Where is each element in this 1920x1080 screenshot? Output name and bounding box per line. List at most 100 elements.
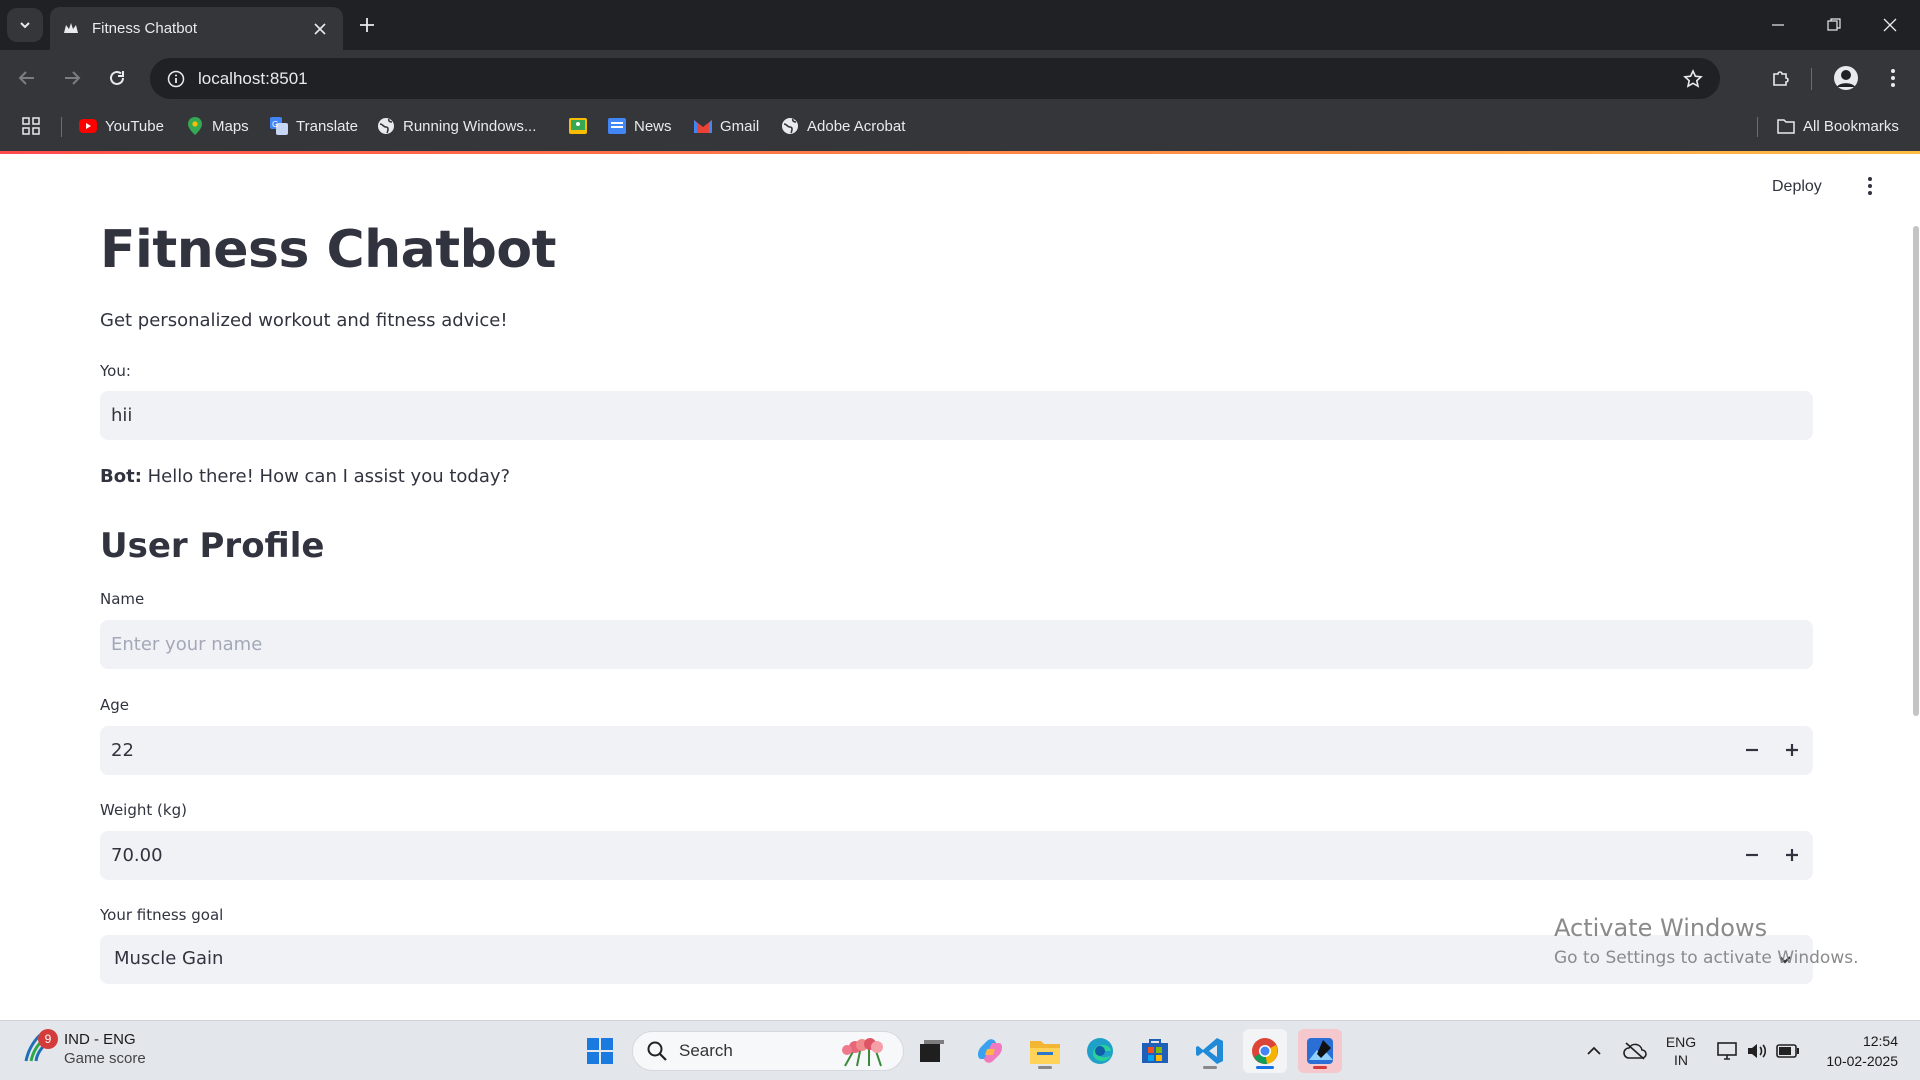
- chat-input-label: You:: [100, 362, 131, 380]
- reload-button[interactable]: [100, 61, 134, 95]
- close-tab-icon[interactable]: [309, 18, 331, 40]
- chrome-button[interactable]: [1243, 1029, 1287, 1073]
- age-number-input[interactable]: 22: [100, 726, 1813, 775]
- file-explorer-button[interactable]: [1023, 1029, 1067, 1073]
- weight-value: 70.00: [111, 845, 163, 866]
- url-text: localhost:8501: [198, 68, 308, 88]
- chat-input[interactable]: hii: [100, 391, 1813, 440]
- input-language-indicator[interactable]: ENG IN: [1660, 1021, 1702, 1080]
- age-increment-button[interactable]: [1776, 734, 1808, 766]
- forward-button[interactable]: [55, 61, 89, 95]
- network-status[interactable]: [1714, 1021, 1740, 1080]
- photos-icon: [1307, 1038, 1333, 1064]
- all-bookmarks-button[interactable]: All Bookmarks: [1777, 107, 1899, 145]
- taskbar-search[interactable]: Search: [632, 1031, 904, 1071]
- globe-icon: [781, 117, 799, 135]
- tab-search-button[interactable]: [7, 8, 43, 42]
- main-menu-icon[interactable]: [1860, 172, 1880, 200]
- network-icon: [1717, 1042, 1737, 1060]
- windows-taskbar: 9 IND - ENG Game score Search ENG IN 12:…: [0, 1020, 1920, 1080]
- age-label: Age: [100, 696, 130, 714]
- back-button[interactable]: [10, 61, 44, 95]
- maps-icon: [186, 117, 204, 135]
- bookmark-gmail[interactable]: Gmail: [694, 107, 759, 145]
- streamlit-crown-icon: [62, 20, 80, 38]
- tab-fitness-chatbot[interactable]: Fitness Chatbot: [50, 7, 343, 50]
- page-title: Fitness Chatbot: [100, 220, 556, 280]
- onedrive-status[interactable]: [1620, 1021, 1650, 1080]
- copilot-button[interactable]: [968, 1029, 1012, 1073]
- apps-button[interactable]: [22, 107, 48, 145]
- vscode-icon: [1196, 1038, 1223, 1064]
- clock-date: 10-02-2025: [1826, 1053, 1898, 1069]
- chevron-up-icon: [1587, 1046, 1601, 1055]
- page-scrollbar[interactable]: [1913, 226, 1919, 716]
- more-vertical-icon: [1891, 69, 1895, 87]
- bookmark-classroom[interactable]: [569, 107, 595, 145]
- name-input[interactable]: Enter your name: [100, 620, 1813, 669]
- gmail-icon: [694, 117, 712, 135]
- copilot-icon: [978, 1039, 1002, 1063]
- address-bar[interactable]: localhost:8501: [150, 58, 1720, 99]
- paint-app-button[interactable]: [1298, 1029, 1342, 1073]
- widgets-button[interactable]: 9 IND - ENG Game score: [20, 1029, 146, 1067]
- bookmark-maps[interactable]: Maps: [186, 107, 249, 145]
- avatar: [1834, 66, 1858, 90]
- name-placeholder: Enter your name: [111, 634, 263, 655]
- edge-button[interactable]: [1078, 1029, 1122, 1073]
- apps-grid-icon: [22, 117, 40, 135]
- deploy-button[interactable]: Deploy: [1772, 178, 1822, 196]
- classroom-icon: [569, 117, 587, 135]
- start-button[interactable]: [578, 1029, 622, 1073]
- close-window-button[interactable]: [1862, 0, 1918, 50]
- weight-increment-button[interactable]: [1776, 839, 1808, 871]
- folder-icon: [1777, 117, 1795, 135]
- bookmark-label: Running Windows...: [403, 117, 537, 135]
- widget-line2: Game score: [64, 1050, 146, 1067]
- toolbar-divider: [1811, 68, 1812, 90]
- show-hidden-icons-button[interactable]: [1582, 1021, 1606, 1080]
- bookmark-youtube[interactable]: YouTube: [79, 107, 164, 145]
- weight-number-input[interactable]: 70.00: [100, 831, 1813, 880]
- store-icon: [1142, 1039, 1168, 1063]
- restore-icon: [1827, 18, 1841, 31]
- restore-window-button[interactable]: [1806, 0, 1862, 50]
- puzzle-icon: [1773, 71, 1789, 86]
- task-view-button[interactable]: [910, 1029, 954, 1073]
- weight-decrement-button[interactable]: [1736, 839, 1768, 871]
- extensions-button[interactable]: [1764, 61, 1798, 95]
- new-tab-button[interactable]: [352, 10, 382, 40]
- microsoft-store-button[interactable]: [1133, 1029, 1177, 1073]
- speaker-icon: [1748, 1044, 1767, 1058]
- site-info-icon[interactable]: [154, 58, 198, 99]
- bookmark-star-icon[interactable]: [1678, 64, 1708, 94]
- bookmark-adobe-acrobat[interactable]: Adobe Acrobat: [781, 107, 905, 145]
- bookmark-translate[interactable]: G Translate: [270, 107, 358, 145]
- browser-toolbar: localhost:8501: [0, 50, 1920, 107]
- volume-button[interactable]: [1744, 1021, 1770, 1080]
- watermark-title: Activate Windows: [1554, 914, 1768, 942]
- search-label: Search: [679, 1041, 733, 1060]
- clock-time: 12:54: [1862, 1033, 1898, 1049]
- minimize-window-button[interactable]: [1750, 0, 1806, 50]
- bookmark-news[interactable]: News: [608, 107, 672, 145]
- edge-icon: [1087, 1038, 1113, 1064]
- bookmark-running-windows[interactable]: Running Windows...: [377, 107, 536, 145]
- running-indicator: [1313, 1066, 1327, 1069]
- vscode-button[interactable]: [1188, 1029, 1232, 1073]
- translate-icon: G: [270, 117, 288, 135]
- bot-reply-text: Hello there! How can I assist you today?: [147, 466, 511, 487]
- folder-icon: [1030, 1041, 1060, 1064]
- name-label: Name: [100, 590, 145, 608]
- battery-status[interactable]: [1774, 1021, 1802, 1080]
- browser-menu-button[interactable]: [1876, 61, 1910, 95]
- minimize-icon: [1772, 24, 1784, 26]
- age-decrement-button[interactable]: [1736, 734, 1768, 766]
- search-icon: [647, 1041, 667, 1061]
- system-clock[interactable]: 12:54 10-02-2025: [1808, 1031, 1898, 1071]
- windows-logo-icon: [587, 1038, 613, 1064]
- news-icon: [608, 117, 626, 135]
- profile-button[interactable]: [1829, 61, 1863, 95]
- bookmark-label: Gmail: [720, 117, 760, 135]
- plus-icon: [1786, 849, 1798, 861]
